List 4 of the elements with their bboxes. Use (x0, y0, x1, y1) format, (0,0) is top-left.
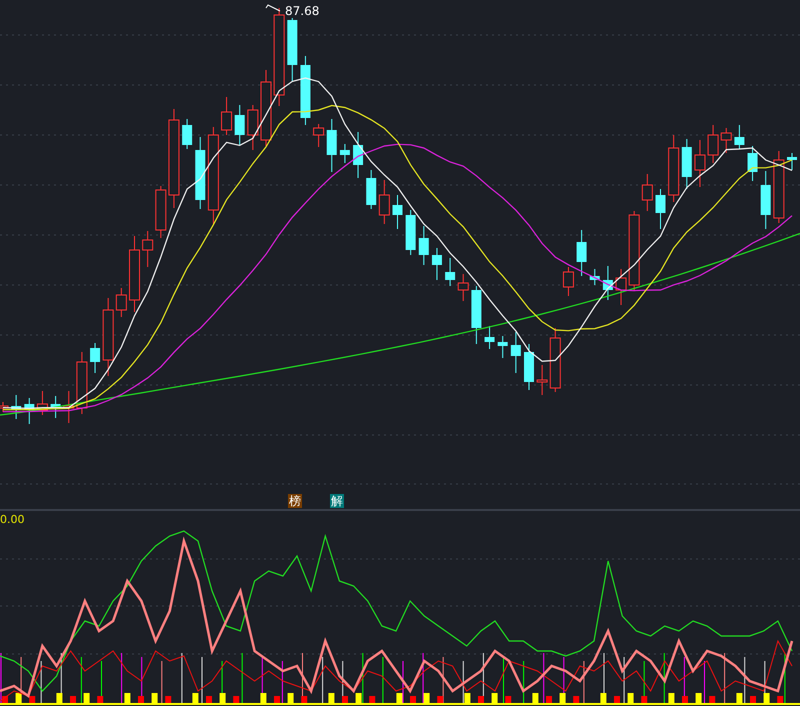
indicator-badge[interactable]: 解 (330, 494, 344, 508)
high-price-label: 87.68 (285, 4, 320, 18)
indicator-badge[interactable]: 榜 (288, 494, 302, 508)
indicator-value-label: 0.00 (0, 513, 24, 526)
